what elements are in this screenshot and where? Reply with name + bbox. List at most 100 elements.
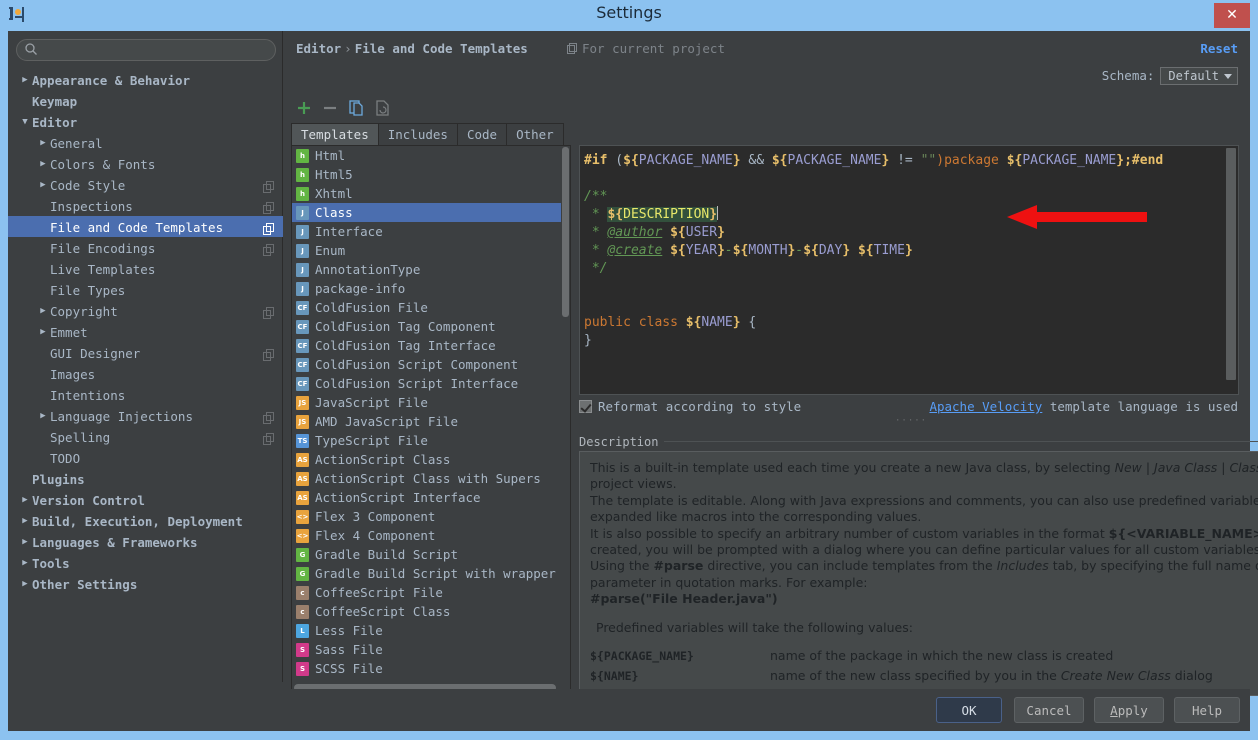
reformat-checkbox[interactable] — [579, 400, 592, 413]
reset-link[interactable]: Reset — [1200, 41, 1238, 56]
editor-vertical-scrollbar[interactable] — [1225, 147, 1237, 393]
search-box[interactable] — [16, 38, 276, 60]
template-list-item[interactable]: JInterface — [292, 222, 564, 241]
template-list-item[interactable]: GGradle Build Script with wrapper — [292, 564, 564, 583]
template-list-item[interactable]: JAnnotationType — [292, 260, 564, 279]
sidebar-item-other-settings[interactable]: ▶Other Settings — [8, 573, 283, 594]
template-list-item[interactable]: cCoffeeScript Class — [292, 602, 564, 621]
sidebar-item-build-execution-deployment[interactable]: ▶Build, Execution, Deployment — [8, 510, 283, 531]
expand-arrow-icon[interactable]: ▶ — [36, 133, 50, 154]
template-list-item[interactable]: JClass — [292, 203, 564, 222]
project-scope-icon — [263, 304, 275, 316]
apache-velocity-link[interactable]: Apache Velocity — [929, 399, 1042, 414]
template-list-item[interactable]: GGradle Build Script — [292, 545, 564, 564]
template-list-item[interactable]: TSTypeScript File — [292, 431, 564, 450]
sidebar-item-appearance-behavior[interactable]: ▶Appearance & Behavior — [8, 69, 283, 90]
template-list-item[interactable]: hHtml — [292, 146, 564, 165]
template-list-item[interactable]: CFColdFusion Script Interface — [292, 374, 564, 393]
description-paragraph-2: The template is editable. Along with Jav… — [590, 493, 1258, 526]
code-semicolon: ; — [1124, 153, 1132, 168]
reset-template-icon[interactable] — [371, 97, 393, 119]
sidebar-item-file-encodings[interactable]: File Encodings — [8, 237, 283, 258]
sidebar-item-keymap[interactable]: Keymap — [8, 90, 283, 111]
template-list-item[interactable]: cCoffeeScript File — [292, 583, 564, 602]
sidebar-item-images[interactable]: Images — [8, 363, 283, 384]
apply-button[interactable]: Apply — [1094, 697, 1164, 723]
scrollbar-thumb[interactable] — [562, 147, 569, 317]
tab-code[interactable]: Code — [457, 123, 507, 145]
sidebar-item-spelling[interactable]: Spelling — [8, 426, 283, 447]
expand-arrow-icon[interactable]: ▶ — [36, 301, 50, 322]
resize-grip[interactable]: ····· — [895, 419, 913, 424]
tab-templates[interactable]: Templates — [291, 123, 379, 145]
remove-template-button[interactable] — [319, 97, 341, 119]
schema-select[interactable]: Default — [1160, 67, 1238, 85]
templates-list-vertical-scrollbar[interactable] — [561, 147, 569, 680]
close-icon[interactable]: ✕ — [1214, 3, 1250, 28]
template-list-item[interactable]: ASActionScript Class — [292, 450, 564, 469]
settings-tree: ▶Appearance & Behavior Keymap▼Editor▶Gen… — [8, 69, 283, 679]
sidebar-item-gui-designer[interactable]: GUI Designer — [8, 342, 283, 363]
sidebar-item-todo[interactable]: TODO — [8, 447, 283, 468]
expand-arrow-icon[interactable]: ▶ — [36, 175, 50, 196]
expand-arrow-icon[interactable]: ▶ — [18, 553, 32, 574]
tab-includes[interactable]: Includes — [378, 123, 458, 145]
expand-arrow-icon[interactable]: ▶ — [36, 406, 50, 427]
add-template-button[interactable] — [293, 97, 315, 119]
template-list-item[interactable]: hXhtml — [292, 184, 564, 203]
expand-arrow-icon[interactable]: ▶ — [18, 574, 32, 595]
sidebar-item-file-and-code-templates[interactable]: File and Code Templates — [8, 216, 283, 237]
sidebar-item-tools[interactable]: ▶Tools — [8, 552, 283, 573]
sidebar-item-copyright[interactable]: ▶Copyright — [8, 300, 283, 321]
template-list-item[interactable]: ASActionScript Interface — [292, 488, 564, 507]
template-list-item[interactable]: CFColdFusion Tag Interface — [292, 336, 564, 355]
sidebar-item-colors-fonts[interactable]: ▶Colors & Fonts — [8, 153, 283, 174]
sidebar-item-label: GUI Designer — [50, 346, 140, 361]
template-list-item[interactable]: JSJavaScript File — [292, 393, 564, 412]
template-list-item[interactable]: CFColdFusion Tag Component — [292, 317, 564, 336]
sidebar-item-editor[interactable]: ▼Editor — [8, 111, 283, 132]
template-list-item[interactable]: ASActionScript Class with Supers — [292, 469, 564, 488]
expand-arrow-icon[interactable]: ▶ — [18, 511, 32, 532]
template-list-item[interactable]: CFColdFusion Script Component — [292, 355, 564, 374]
template-list-item[interactable]: LLess File — [292, 621, 564, 640]
sidebar-item-languages-frameworks[interactable]: ▶Languages & Frameworks — [8, 531, 283, 552]
sidebar-item-inspections[interactable]: Inspections — [8, 195, 283, 216]
template-list-item[interactable]: SSCSS File — [292, 659, 564, 678]
expand-arrow-icon[interactable]: ▶ — [18, 532, 32, 553]
expand-arrow-icon[interactable]: ▶ — [36, 322, 50, 343]
expand-arrow-icon[interactable]: ▶ — [18, 70, 32, 91]
template-list-item[interactable]: hHtml5 — [292, 165, 564, 184]
template-list-item-label: ColdFusion Tag Interface — [315, 338, 496, 353]
expand-arrow-icon[interactable]: ▶ — [18, 490, 32, 511]
breadcrumb-root[interactable]: Editor — [296, 41, 341, 56]
help-button[interactable]: Help — [1174, 697, 1240, 723]
sidebar-item-file-types[interactable]: File Types — [8, 279, 283, 300]
sidebar-item-emmet[interactable]: ▶Emmet — [8, 321, 283, 342]
tab-other[interactable]: Other — [506, 123, 564, 145]
java-annotation-icon: J — [296, 263, 309, 277]
sidebar-item-language-injections[interactable]: ▶Language Injections — [8, 405, 283, 426]
template-list-item[interactable]: SSass File — [292, 640, 564, 659]
sidebar-item-general[interactable]: ▶General — [8, 132, 283, 153]
template-list-item[interactable]: JEnum — [292, 241, 564, 260]
template-list-item[interactable]: Jpackage-info — [292, 279, 564, 298]
template-list-item[interactable]: JSAMD JavaScript File — [292, 412, 564, 431]
template-list-item[interactable]: CFColdFusion File — [292, 298, 564, 317]
scrollbar-thumb[interactable] — [1226, 148, 1236, 380]
search-input[interactable] — [16, 39, 276, 61]
sidebar-item-code-style[interactable]: ▶Code Style — [8, 174, 283, 195]
tree-spacer — [36, 364, 50, 385]
copy-template-icon[interactable] — [345, 97, 367, 119]
cancel-button[interactable]: Cancel — [1014, 697, 1084, 723]
template-list-item[interactable]: <>Flex 4 Component — [292, 526, 564, 545]
expand-arrow-icon[interactable]: ▶ — [36, 154, 50, 175]
sidebar-item-version-control[interactable]: ▶Version Control — [8, 489, 283, 510]
template-code-editor[interactable]: #if (${PACKAGE_NAME} && ${PACKAGE_NAME} … — [580, 146, 1223, 394]
ok-button[interactable]: OK — [936, 697, 1002, 723]
sidebar-item-intentions[interactable]: Intentions — [8, 384, 283, 405]
sidebar-item-plugins[interactable]: Plugins — [8, 468, 283, 489]
sidebar-item-live-templates[interactable]: Live Templates — [8, 258, 283, 279]
collapse-arrow-icon[interactable]: ▼ — [18, 112, 32, 133]
template-list-item[interactable]: <>Flex 3 Component — [292, 507, 564, 526]
